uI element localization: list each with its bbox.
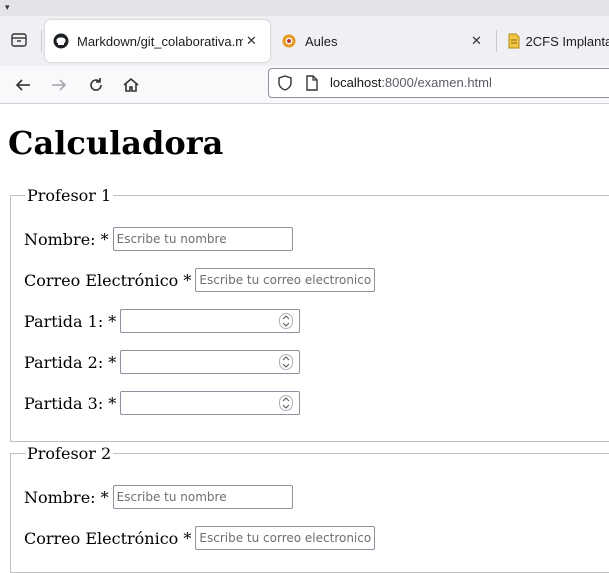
profesor-1-partida2-label: Partida 2: * — [24, 352, 117, 372]
profesor-1-legend: Profesor 1 — [25, 186, 114, 205]
tab-bar: Markdown/git_colaborativa.m ✕ Aules ✕ 2C… — [0, 16, 609, 66]
tab-separator — [41, 30, 42, 52]
profesor-1-partida1-label: Partida 1: * — [24, 311, 117, 331]
number-spinner[interactable] — [279, 313, 294, 329]
profesor-2-nombre-label: Nombre: * — [24, 487, 109, 507]
profesor-1-partida1-input[interactable] — [120, 309, 301, 333]
profesor-1-correo-label: Correo Electrónico * — [24, 270, 192, 290]
aules-icon — [282, 34, 296, 48]
url-path: :8000/examen.html — [381, 75, 492, 90]
profesor-1-fieldset: Profesor 1 Nombre: * Correo Electrónico … — [10, 186, 609, 442]
page-title: Calculadora — [8, 124, 224, 162]
shield-icon[interactable] — [277, 75, 293, 91]
profesor-1-correo-row: Correo Electrónico * — [24, 268, 376, 292]
firefox-view-button[interactable] — [8, 29, 30, 51]
profesor-1-nombre-row: Nombre: * — [24, 227, 293, 251]
github-icon — [53, 33, 69, 49]
profesor-2-correo-input[interactable] — [195, 526, 376, 550]
profesor-2-nombre-input[interactable] — [112, 485, 293, 509]
back-arrow-icon — [15, 79, 30, 91]
reload-icon — [90, 78, 102, 91]
profesor-1-partida3-input[interactable] — [120, 391, 301, 415]
forward-button[interactable] — [47, 73, 71, 97]
profesor-2-correo-label: Correo Electrónico * — [24, 528, 192, 548]
back-button[interactable] — [11, 73, 35, 97]
profesor-1-correo-input[interactable] — [195, 268, 376, 292]
profesor-2-fieldset: Profesor 2 Nombre: * Correo Electrónico … — [10, 444, 609, 573]
forward-arrow-icon — [52, 79, 67, 91]
profesor-2-nombre-row: Nombre: * — [24, 485, 293, 509]
profesor-1-partida3-label: Partida 3: * — [24, 393, 117, 413]
title-strip: ▾ — [0, 0, 609, 16]
home-icon — [123, 77, 139, 92]
profesor-1-nombre-input[interactable] — [112, 227, 293, 251]
reload-button[interactable] — [84, 73, 108, 97]
tab-markdown-close-icon[interactable]: ✕ — [246, 34, 257, 49]
document-icon — [508, 33, 520, 49]
tab-2cfs[interactable]: 2CFS Implantac — [500, 20, 609, 62]
number-spinner[interactable] — [279, 395, 294, 411]
address-bar[interactable]: localhost:8000/examen.html — [268, 68, 609, 98]
tab-markdown-title: Markdown/git_colaborativa.m — [77, 33, 243, 49]
profesor-2-correo-row: Correo Electrónico * — [24, 526, 376, 550]
tab-2cfs-title: 2CFS Implantac — [525, 33, 609, 49]
spinner-arrows-icon — [282, 315, 290, 327]
number-spinner[interactable] — [279, 354, 294, 370]
tab-markdown[interactable]: Markdown/git_colaborativa.m ✕ — [45, 20, 270, 62]
profesor-1-partida1-row: Partida 1: * — [24, 309, 301, 333]
tab-aules-title: Aules — [305, 33, 338, 49]
spinner-arrows-icon — [282, 397, 290, 409]
profesor-1-partida2-input[interactable] — [120, 350, 301, 374]
profesor-1-partida2-row: Partida 2: * — [24, 350, 301, 374]
url-host: localhost — [330, 75, 382, 90]
profesor-1-partida3-row: Partida 3: * — [24, 391, 301, 415]
list-all-tabs-chevron-icon[interactable]: ▾ — [5, 3, 10, 13]
firefox-view-icon — [11, 33, 27, 47]
tab-aules-close-icon[interactable]: ✕ — [471, 34, 482, 49]
browser-chrome: ▾ Markdown/git_colaborativa.m ✕ Aules ✕ … — [0, 0, 609, 104]
tab-aules[interactable]: Aules ✕ — [276, 20, 491, 62]
url-text[interactable]: localhost:8000/examen.html — [330, 75, 492, 90]
page-icon[interactable] — [305, 75, 319, 91]
page-content: Calculadora Profesor 1 Nombre: * Correo … — [0, 104, 609, 573]
spinner-arrows-icon — [282, 356, 290, 368]
profesor-1-nombre-label: Nombre: * — [24, 229, 109, 249]
home-button[interactable] — [119, 73, 143, 97]
navigation-toolbar: localhost:8000/examen.html — [0, 66, 609, 104]
tab-separator — [496, 30, 497, 52]
profesor-2-legend: Profesor 2 — [25, 444, 114, 463]
